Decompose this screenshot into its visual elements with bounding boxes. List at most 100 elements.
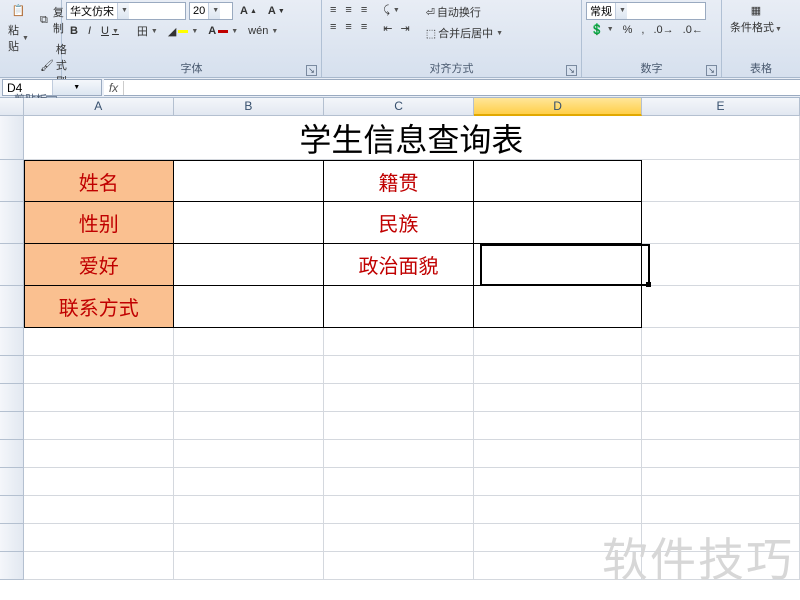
cell-d4[interactable]: [474, 244, 642, 286]
cell[interactable]: [642, 524, 800, 552]
chevron-down-icon[interactable]: ▼: [52, 80, 102, 95]
dialog-launcher-icon[interactable]: ↘: [706, 65, 717, 76]
cell-b3[interactable]: [174, 202, 324, 244]
paste-dropdown[interactable]: 粘贴▼: [4, 20, 33, 56]
row-head[interactable]: [0, 552, 24, 580]
cell[interactable]: [324, 468, 474, 496]
cell-b5[interactable]: [174, 286, 324, 328]
cell[interactable]: [174, 328, 324, 356]
cell[interactable]: [324, 412, 474, 440]
cell[interactable]: [474, 552, 642, 580]
align-right-button[interactable]: ≡: [357, 19, 371, 35]
cell-d5[interactable]: [474, 286, 642, 328]
cell[interactable]: [474, 384, 642, 412]
cell[interactable]: [474, 524, 642, 552]
worksheet-grid[interactable]: A B C D E 学生信息查询表 姓名 籍贯 性别 民族: [0, 98, 800, 580]
cell[interactable]: [474, 328, 642, 356]
font-color-button[interactable]: A▼: [204, 23, 242, 39]
cell[interactable]: [174, 440, 324, 468]
row-head[interactable]: [0, 412, 24, 440]
cell[interactable]: [324, 440, 474, 468]
title-cell[interactable]: 学生信息查询表: [24, 116, 800, 160]
dialog-launcher-icon[interactable]: ↘: [566, 65, 577, 76]
align-center-button[interactable]: ≡: [341, 19, 355, 35]
cell[interactable]: [324, 552, 474, 580]
number-format-combo[interactable]: 常规▼: [586, 2, 706, 20]
fx-icon[interactable]: fx: [104, 81, 124, 95]
paste-button[interactable]: 📋: [8, 2, 30, 19]
cell-a3[interactable]: 性别: [24, 202, 174, 244]
select-all-corner[interactable]: [0, 98, 24, 116]
cell[interactable]: [474, 356, 642, 384]
align-middle-button[interactable]: ≡: [341, 2, 355, 18]
cell[interactable]: [24, 384, 174, 412]
row-head[interactable]: [0, 440, 24, 468]
cell[interactable]: [474, 468, 642, 496]
underline-button[interactable]: U▼: [97, 23, 123, 39]
row-head[interactable]: [0, 244, 24, 286]
cell[interactable]: [642, 412, 800, 440]
row-head[interactable]: [0, 384, 24, 412]
cell[interactable]: [642, 468, 800, 496]
col-head-e[interactable]: E: [642, 98, 800, 116]
bold-button[interactable]: B: [66, 23, 82, 39]
cell[interactable]: [642, 384, 800, 412]
cell[interactable]: [642, 328, 800, 356]
cell[interactable]: [324, 356, 474, 384]
font-name-combo[interactable]: 华文仿宋▼: [66, 2, 186, 20]
row-head[interactable]: [0, 524, 24, 552]
cell[interactable]: [24, 468, 174, 496]
cell-d3[interactable]: [474, 202, 642, 244]
decrease-indent-button[interactable]: ⇤: [379, 20, 396, 37]
cell[interactable]: [24, 328, 174, 356]
col-head-a[interactable]: A: [24, 98, 174, 116]
align-bottom-button[interactable]: ≡: [357, 2, 371, 18]
cell-c5[interactable]: [324, 286, 474, 328]
cell[interactable]: [642, 552, 800, 580]
conditional-format-button[interactable]: ▦条件格式▼: [726, 2, 786, 48]
merge-center-button[interactable]: ⬚合并后居中▼: [422, 23, 507, 43]
row-head[interactable]: [0, 286, 24, 328]
phonetic-button[interactable]: wén▼: [244, 23, 282, 39]
cell-c4[interactable]: 政治面貌: [324, 244, 474, 286]
grow-font-button[interactable]: A▲: [236, 3, 261, 19]
col-head-c[interactable]: C: [324, 98, 474, 116]
increase-decimal-button[interactable]: .0→: [649, 21, 677, 38]
cell[interactable]: [174, 384, 324, 412]
cell-a4[interactable]: 爱好: [24, 244, 174, 286]
cell-b4[interactable]: [174, 244, 324, 286]
cell[interactable]: [324, 496, 474, 524]
cell[interactable]: [24, 496, 174, 524]
cell[interactable]: [24, 356, 174, 384]
cell[interactable]: [24, 552, 174, 580]
shrink-font-button[interactable]: A▼: [264, 3, 289, 19]
percent-button[interactable]: %: [619, 21, 637, 38]
row-head[interactable]: [0, 356, 24, 384]
decrease-decimal-button[interactable]: .0←: [679, 21, 707, 38]
fill-color-button[interactable]: ◢▼: [164, 23, 202, 40]
cell-c2[interactable]: 籍贯: [324, 160, 474, 202]
cell[interactable]: [642, 356, 800, 384]
row-head[interactable]: [0, 468, 24, 496]
cell-b2[interactable]: [174, 160, 324, 202]
align-left-button[interactable]: ≡: [326, 19, 340, 35]
row-head[interactable]: [0, 328, 24, 356]
cell[interactable]: [174, 356, 324, 384]
cell[interactable]: [174, 524, 324, 552]
cell[interactable]: [474, 412, 642, 440]
cell-a2[interactable]: 姓名: [24, 160, 174, 202]
col-head-d[interactable]: D: [474, 98, 642, 116]
cell-e4[interactable]: [642, 244, 800, 286]
cell[interactable]: [324, 384, 474, 412]
row-head[interactable]: [0, 496, 24, 524]
cell[interactable]: [174, 412, 324, 440]
currency-button[interactable]: 💲▼: [586, 21, 618, 38]
borders-button[interactable]: 田▼: [133, 21, 162, 41]
orientation-button[interactable]: ⤹▼: [379, 2, 413, 19]
cell[interactable]: [24, 440, 174, 468]
cell[interactable]: [174, 468, 324, 496]
cell[interactable]: [24, 524, 174, 552]
cell-e3[interactable]: [642, 202, 800, 244]
comma-button[interactable]: ,: [637, 21, 648, 38]
align-top-button[interactable]: ≡: [326, 2, 340, 18]
